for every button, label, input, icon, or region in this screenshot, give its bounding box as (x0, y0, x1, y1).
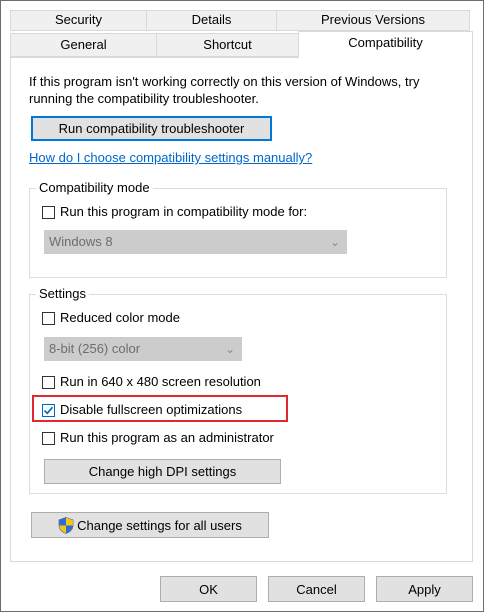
color-depth-value: 8-bit (256) color (49, 341, 141, 356)
chevron-down-icon: ⌄ (224, 342, 235, 356)
compatibility-mode-title: Compatibility mode (36, 180, 153, 195)
res-640-checkbox[interactable] (42, 376, 55, 389)
compat-mode-checkbox[interactable] (42, 206, 55, 219)
change-all-users-label: Change settings for all users (77, 517, 242, 533)
run-as-admin-checkbox[interactable] (42, 432, 55, 445)
compatibility-panel: If this program isn't working correctly … (10, 57, 473, 562)
change-all-users-button[interactable]: Change settings for all users (31, 512, 269, 538)
reduced-color-checkbox[interactable] (42, 312, 55, 325)
settings-title: Settings (36, 286, 89, 301)
res-640-label[interactable]: Run in 640 x 480 screen resolution (60, 374, 261, 389)
compat-mode-label[interactable]: Run this program in compatibility mode f… (60, 204, 307, 219)
uac-shield-icon (58, 516, 74, 534)
tab-shortcut[interactable]: Shortcut (156, 33, 299, 57)
intro-text-line2: running the compatibility troubleshooter… (29, 91, 259, 106)
change-dpi-button[interactable]: Change high DPI settings (44, 459, 281, 484)
os-version-value: Windows 8 (49, 234, 113, 249)
compatibility-mode-group: Compatibility mode Run this program in c… (29, 180, 447, 278)
change-dpi-label: Change high DPI settings (88, 464, 237, 479)
run-troubleshooter-button[interactable]: Run compatibility troubleshooter (31, 116, 272, 141)
ok-label: OK (199, 581, 218, 597)
color-depth-select: 8-bit (256) color ⌄ (44, 337, 242, 361)
apply-label: Apply (408, 581, 441, 597)
tab-security[interactable]: Security (10, 10, 147, 31)
reduced-color-label[interactable]: Reduced color mode (60, 310, 180, 325)
tab-general[interactable]: General (10, 33, 157, 57)
cancel-label: Cancel (296, 581, 337, 597)
os-version-select: Windows 8 ⌄ (44, 230, 347, 254)
highlight-box (32, 395, 288, 422)
run-troubleshooter-label: Run compatibility troubleshooter (58, 121, 245, 136)
chevron-down-icon: ⌄ (329, 235, 340, 249)
intro-text-line1: If this program isn't working correctly … (29, 74, 420, 89)
tab-compatibility[interactable]: Compatibility (298, 31, 473, 58)
ok-button[interactable]: OK (160, 576, 257, 602)
settings-group: Settings Reduced color mode 8-bit (256) … (29, 286, 447, 494)
cancel-button[interactable]: Cancel (268, 576, 365, 602)
how-to-choose-link[interactable]: How do I choose compatibility settings m… (29, 150, 312, 165)
tab-previous-versions[interactable]: Previous Versions (276, 10, 470, 31)
tab-details[interactable]: Details (146, 10, 277, 31)
apply-button[interactable]: Apply (376, 576, 473, 602)
run-as-admin-label[interactable]: Run this program as an administrator (60, 430, 274, 445)
